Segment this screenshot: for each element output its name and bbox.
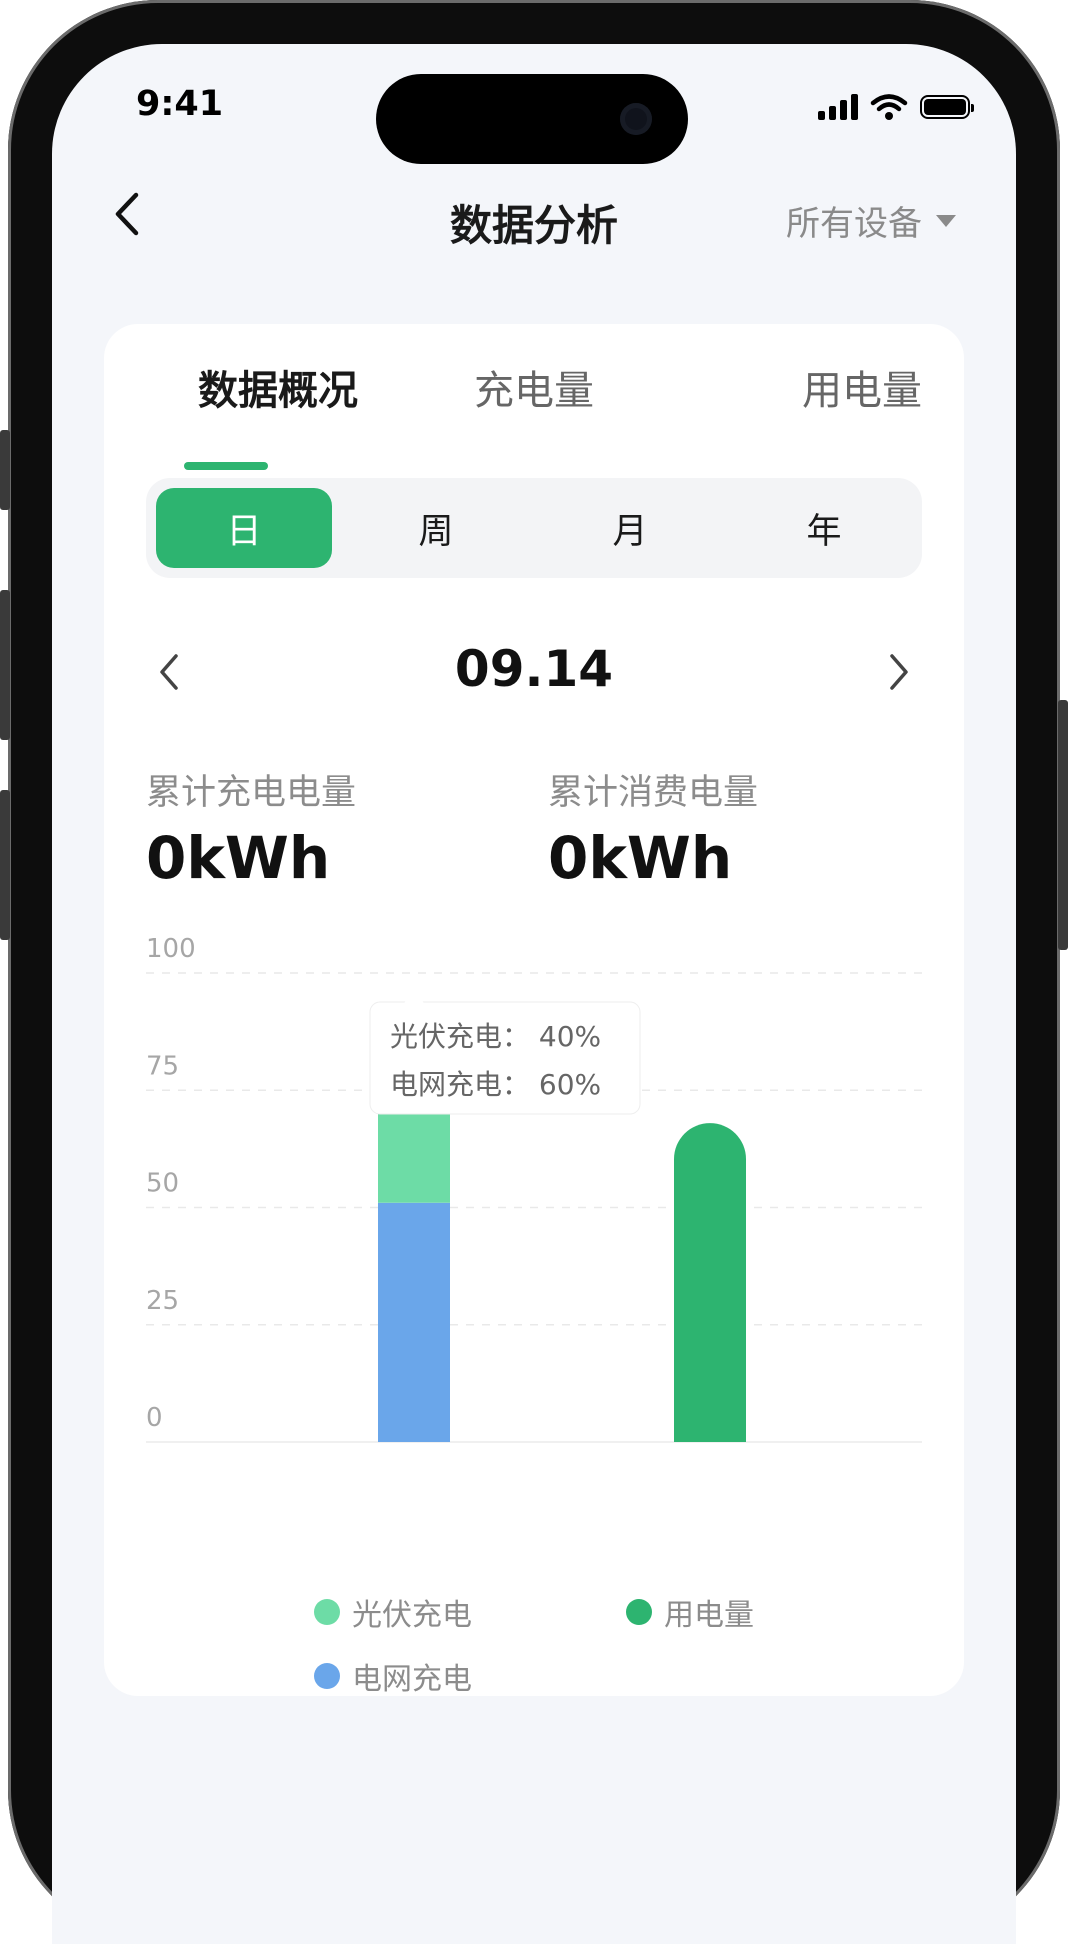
volume-down-button <box>0 790 10 940</box>
status-time: 9:41 <box>136 84 224 124</box>
chevron-right-icon <box>890 654 908 690</box>
legend-label-grid: 电网充电 <box>352 1662 472 1697</box>
energy-bar-chart: 100 75 50 25 0 光伏充电： 40% 电网充电： 60% <box>146 934 922 1443</box>
y-tick-label: 50 <box>146 1169 179 1199</box>
app-screen: 9:41 数据分析 所有设备 数据概况 充电量 用电量 日 周 月 年 09.1… <box>52 44 1016 1944</box>
total-consumption-value: 0kWh <box>548 824 733 892</box>
device-selector-label: 所有设备 <box>786 204 922 244</box>
power-button <box>1058 700 1068 950</box>
legend-label-solar: 光伏充电 <box>352 1598 472 1633</box>
mute-switch <box>0 430 10 510</box>
tooltip-line-grid: 电网充电： 60% <box>390 1068 601 1101</box>
legend-dot-grid <box>314 1663 340 1689</box>
tab-usage[interactable]: 用电量 <box>802 358 922 416</box>
legend-item-grid: 电网充电 <box>314 1654 472 1698</box>
legend-item-usage: 用电量 <box>626 1590 754 1634</box>
period-week[interactable]: 周 <box>348 488 524 568</box>
wifi-icon <box>870 94 908 120</box>
date-label: 09.14 <box>454 640 614 698</box>
total-charge-value: 0kWh <box>146 824 331 892</box>
bar-segment <box>674 1123 746 1442</box>
legend-dot-usage <box>626 1599 652 1625</box>
y-tick-label: 75 <box>146 1051 179 1081</box>
battery-icon <box>920 95 974 119</box>
camera-icon <box>620 103 652 135</box>
cellular-signal-icon <box>818 94 858 120</box>
dynamic-island <box>376 74 688 164</box>
y-tick-label: 25 <box>146 1286 179 1316</box>
period-day[interactable]: 日 <box>156 488 332 568</box>
volume-up-button <box>0 590 10 740</box>
period-selector: 日 周 月 年 <box>146 478 922 578</box>
y-tick-label: 100 <box>146 934 196 964</box>
legend-item-solar: 光伏充电 <box>314 1590 472 1634</box>
device-selector[interactable]: 所有设备 <box>786 196 956 245</box>
total-consumption-label: 累计消费电量 <box>548 773 759 813</box>
analysis-card: 数据概况 充电量 用电量 日 周 月 年 09.14 累计充电电量 0kWh 累… <box>104 324 964 1698</box>
total-charge-label: 累计充电电量 <box>146 773 357 813</box>
next-date-button[interactable] <box>874 642 924 702</box>
y-tick-label: 0 <box>146 1403 163 1433</box>
status-icons <box>818 92 974 122</box>
period-month[interactable]: 月 <box>542 488 718 568</box>
caret-down-icon <box>936 214 956 227</box>
active-tab-indicator <box>184 462 268 470</box>
tooltip-arrow <box>404 992 424 1003</box>
legend-label-usage: 用电量 <box>664 1598 754 1633</box>
bar-segment <box>378 1202 450 1442</box>
legend-dot-solar <box>314 1599 340 1625</box>
period-year[interactable]: 年 <box>736 488 912 568</box>
tooltip-line-solar: 光伏充电： 40% <box>390 1020 601 1053</box>
tab-bar: 数据概况 充电量 用电量 <box>104 324 964 470</box>
